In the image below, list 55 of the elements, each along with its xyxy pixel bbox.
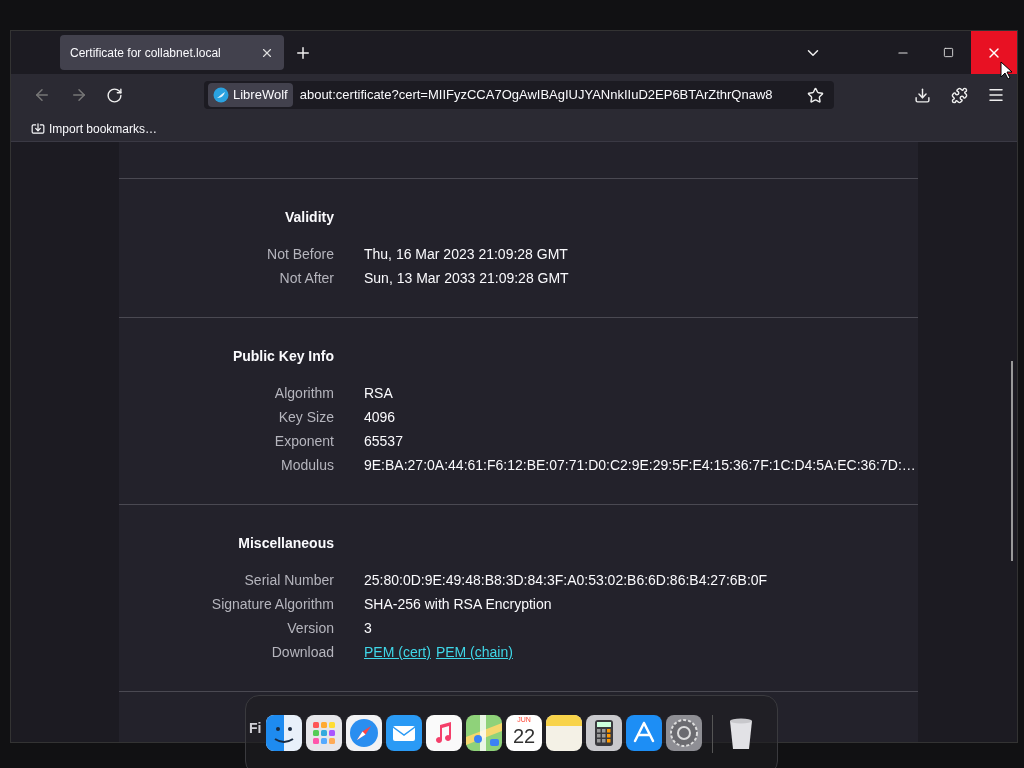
letter-a-icon[interactable] <box>626 715 662 751</box>
identity-box[interactable]: LibreWolf <box>208 83 293 107</box>
field-label: Serial Number <box>243 570 334 590</box>
app-grid-icon[interactable] <box>306 715 342 751</box>
smiling-face-icon[interactable] <box>266 715 302 751</box>
field-value: Thu, 16 Mar 2023 21:09:28 GMT <box>364 244 568 264</box>
reload-icon[interactable] <box>106 86 123 104</box>
field-label: Version <box>286 618 334 638</box>
mouse-cursor-icon <box>1000 61 1012 80</box>
close-window-button[interactable] <box>971 31 1017 74</box>
field-value: SHA-256 with RSA Encryption <box>364 594 552 614</box>
bookmark-item[interactable]: Import bookmarks… <box>31 119 158 138</box>
forward-arrow-icon[interactable] <box>70 86 88 104</box>
wolf-logo-icon <box>213 87 229 103</box>
field-value: Sun, 13 Mar 2033 21:09:28 GMT <box>364 268 569 288</box>
section-heading: Fi <box>249 719 262 738</box>
gear-icon[interactable] <box>666 715 702 751</box>
url-text: about:certificate?cert=MIIFyzCCA7OgAwIBAgIUJYANnkIIuD2EP6BTArZthrQnaw8 <box>299 86 774 105</box>
field-value: 65537 <box>364 431 403 451</box>
field-value: 9E:BA:27:0A:44:61:F6:12:BE:07:71:D0:C2:9E:29:5F:E4:15:36:7F:1C:D4:5A:EC:36:7D:… <box>364 455 916 475</box>
field-label: Not Before <box>266 244 334 264</box>
map-icon[interactable] <box>466 715 502 751</box>
browser-tab[interactable]: Certificate for collabnet.local <box>60 35 284 70</box>
puzzle-icon[interactable] <box>951 86 968 104</box>
field-label: Download <box>270 642 334 662</box>
import-icon <box>31 121 45 136</box>
identity-label: LibreWolf <box>233 86 288 105</box>
field-value: 4096 <box>364 407 396 427</box>
field-label: Algorithm <box>273 383 334 403</box>
scrollbar-thumb[interactable] <box>1011 361 1013 561</box>
envelope-icon[interactable] <box>386 715 422 751</box>
field-value: 3 <box>364 618 372 638</box>
field-value: 25:80:0D:9E:49:48:B8:3D:84:3F:A0:53:02:B6:6D:86:B4:27:6B:0F <box>364 570 768 590</box>
maximize-icon[interactable] <box>943 47 954 58</box>
section-heading: Public Key Info <box>231 346 334 366</box>
calculator-icon[interactable] <box>586 715 622 751</box>
field-value: RSA <box>364 383 393 403</box>
compass-icon[interactable] <box>346 715 382 751</box>
menu-icon[interactable] <box>987 86 1005 104</box>
field-label: Modulus <box>280 455 334 475</box>
download-link[interactable]: PEM (chain) <box>435 641 513 663</box>
download-link[interactable]: PEM (cert) <box>364 641 431 663</box>
dock-separator <box>712 715 713 753</box>
section-heading: Validity <box>283 207 334 227</box>
music-note-icon[interactable] <box>426 715 462 751</box>
section-heading: Miscellaneous <box>237 533 334 553</box>
tab-title: Certificate for collabnet.local <box>70 44 221 62</box>
notepad-icon[interactable] <box>546 715 582 751</box>
field-label: Key Size <box>277 407 334 427</box>
download-icon[interactable] <box>914 86 931 104</box>
field-label: Exponent <box>273 431 334 451</box>
field-label: Signature Algorithm <box>210 594 334 614</box>
address-bar[interactable]: LibreWolf about:certificate?cert=MIIFyzCCA7OgAwIBAgIUJYANnkIIuD2EP6BTArZthrQnaw8 <box>204 81 834 109</box>
star-icon[interactable] <box>807 86 824 104</box>
field-label: Not After <box>278 268 334 288</box>
